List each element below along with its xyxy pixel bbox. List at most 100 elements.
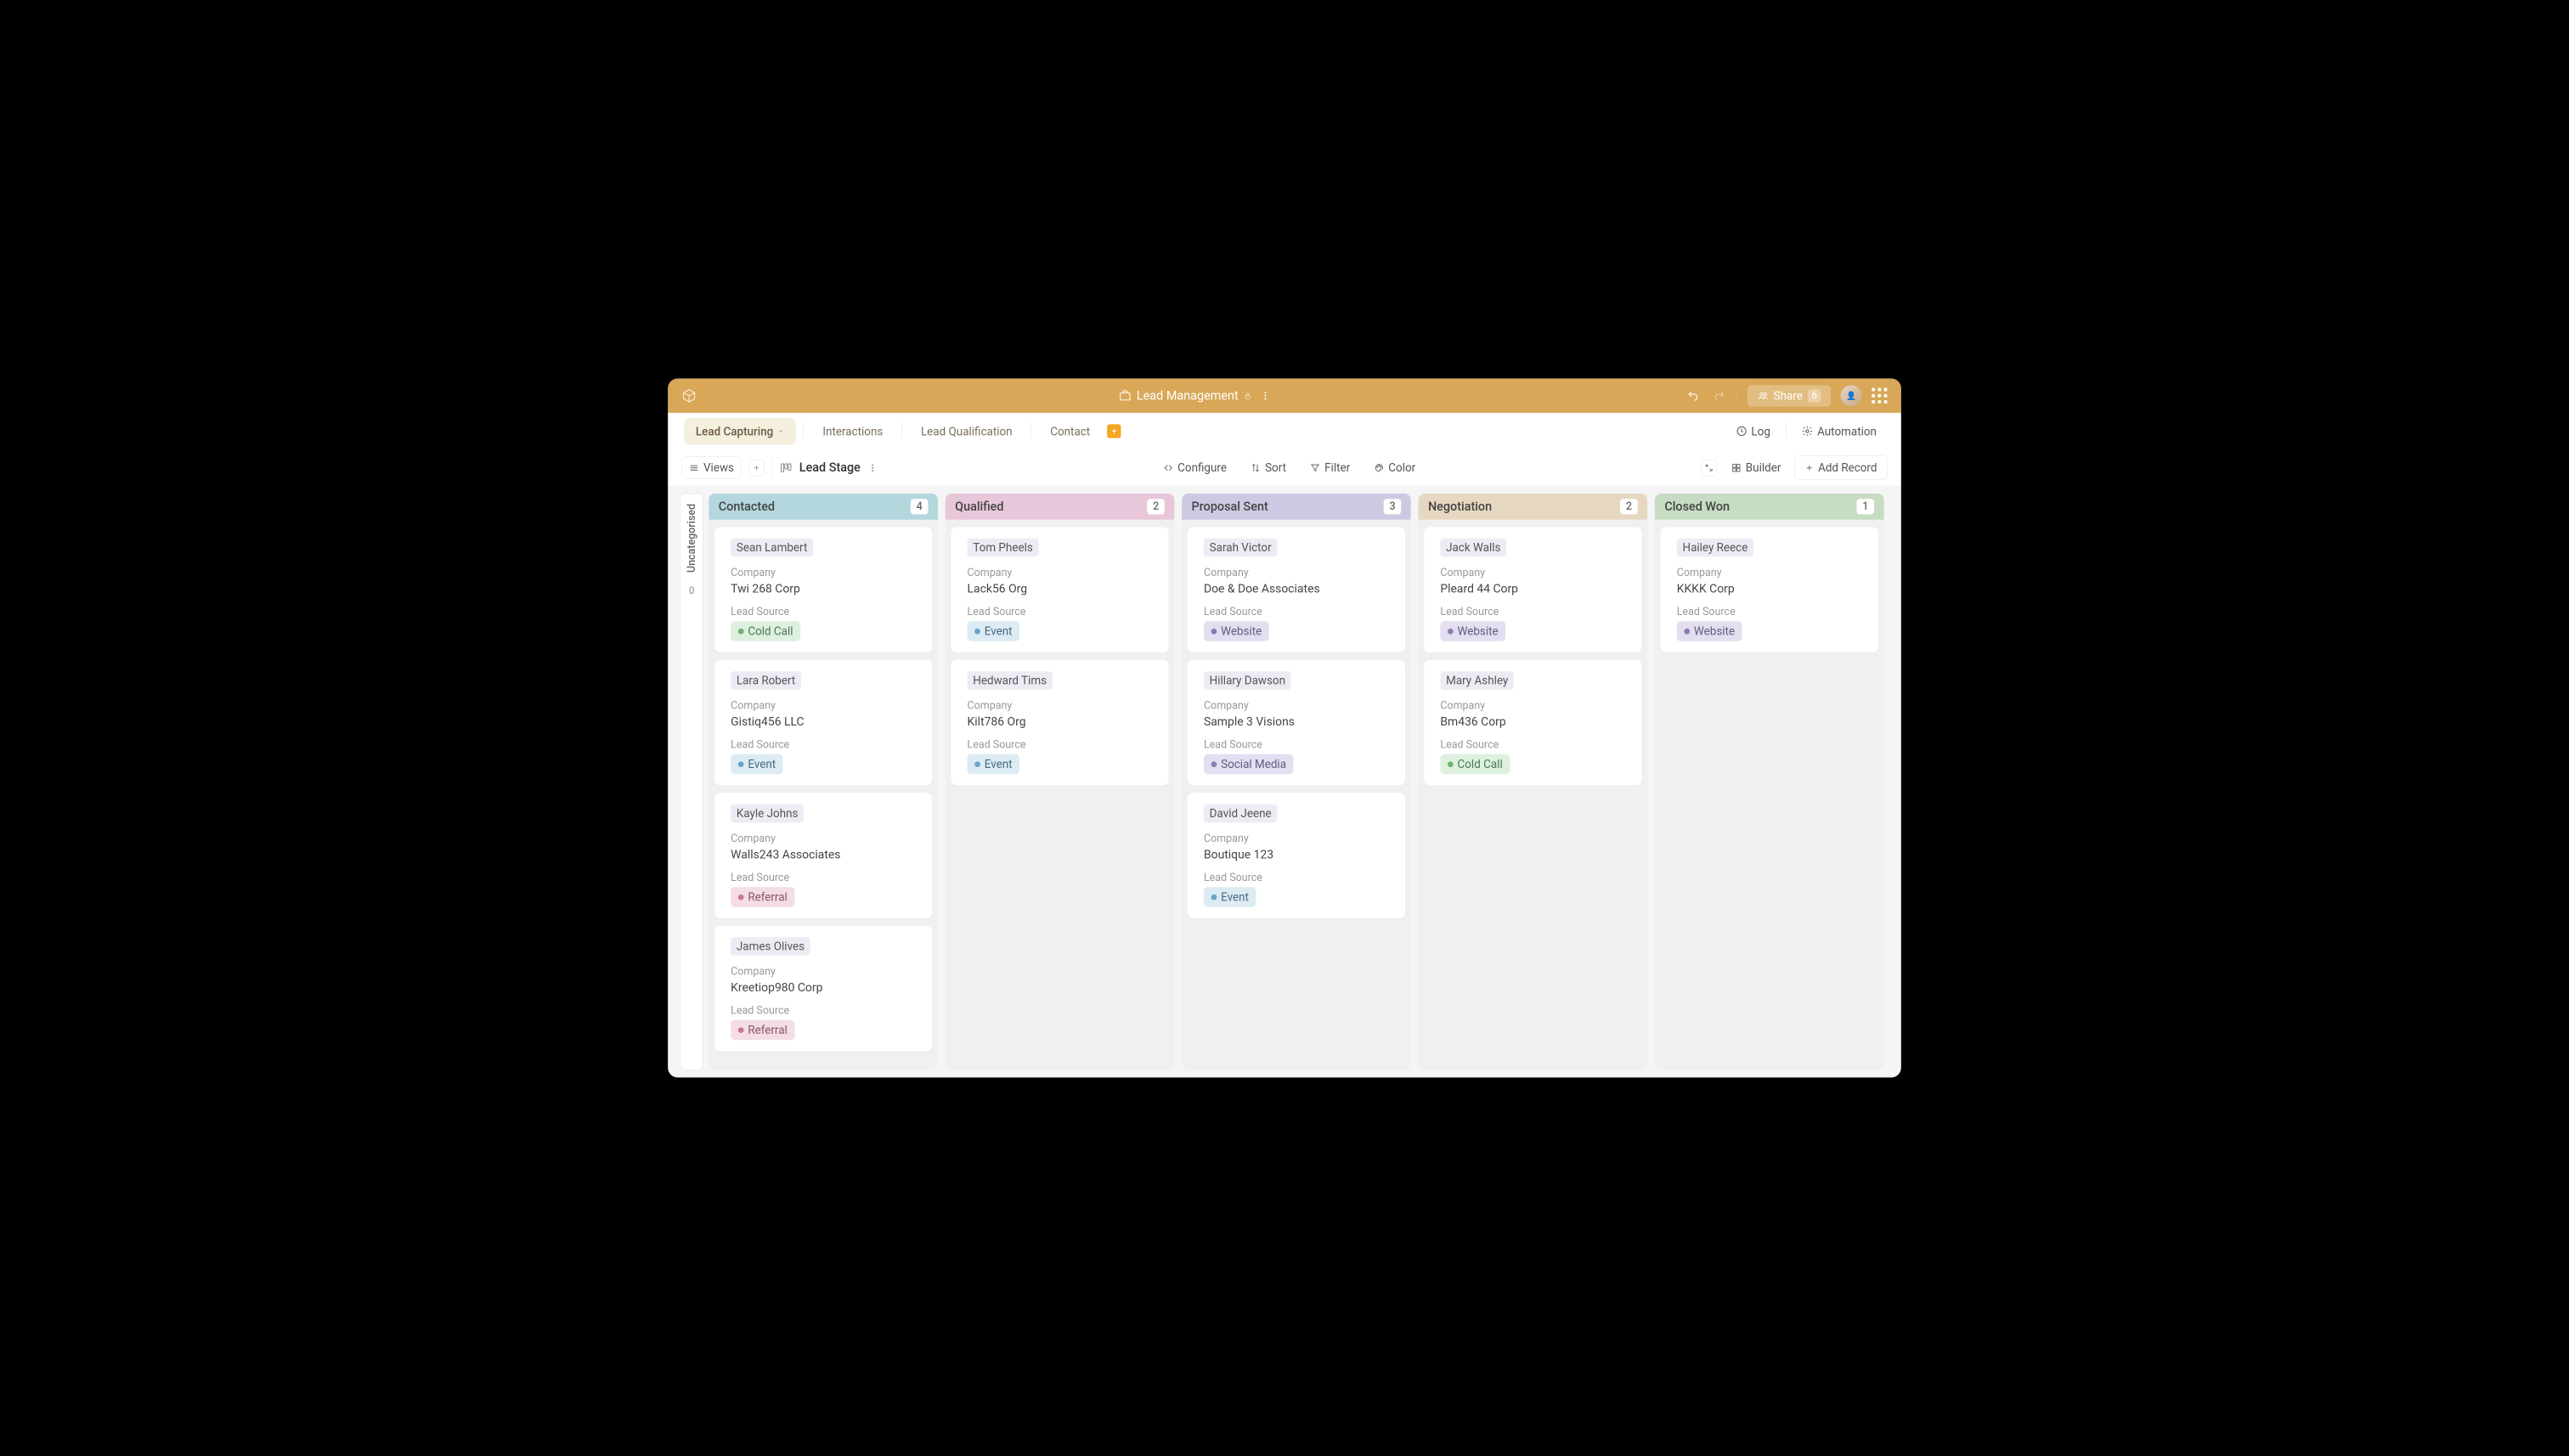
share-count: 6: [1808, 389, 1821, 402]
tag-dot-icon: [974, 761, 980, 767]
add-record-label: Add Record: [1818, 461, 1877, 475]
view-name[interactable]: Lead Stage: [799, 460, 861, 475]
lead-card[interactable]: Hedward TimsCompanyKilt786 OrgLead Sourc…: [951, 660, 1168, 786]
tag-dot-icon: [1448, 761, 1454, 767]
add-view-button[interactable]: [748, 460, 765, 476]
kanban-column: Closed Won1 Hailey ReeceCompanyKKKK CorpL…: [1655, 494, 1884, 1070]
color-button[interactable]: Color: [1365, 457, 1423, 478]
lead-card[interactable]: David JeeneCompanyBoutique 123Lead Sourc…: [1188, 793, 1405, 918]
column-count: 4: [911, 499, 929, 514]
tab-contact[interactable]: Contact: [1039, 418, 1102, 444]
kanban-icon: [780, 461, 792, 473]
undo-icon[interactable]: [1685, 387, 1701, 404]
lead-source-tag: Website: [1204, 621, 1269, 641]
view-more-icon[interactable]: [868, 463, 878, 473]
lead-card[interactable]: Sean LambertCompanyTwi 268 CorpLead Sour…: [714, 527, 932, 652]
lead-source-value: Referral: [748, 1024, 787, 1037]
column-count: 3: [1384, 499, 1402, 514]
lead-source-value: Cold Call: [1458, 758, 1503, 771]
tab-lead-capturing[interactable]: Lead Capturing: [684, 418, 796, 444]
lead-source-tag: Event: [731, 754, 783, 775]
lead-source-tag: Event: [968, 621, 1020, 641]
kanban-board: Uncategorised 0 Contacted4 Sean LambertCo…: [668, 486, 1901, 1077]
company-label: Company: [1204, 567, 1389, 578]
expand-button[interactable]: [1701, 460, 1717, 476]
tag-dot-icon: [1211, 629, 1217, 635]
add-tab-button[interactable]: +: [1107, 424, 1121, 437]
filter-button[interactable]: Filter: [1301, 457, 1358, 478]
lead-source-label: Lead Source: [1440, 738, 1625, 750]
column-count: 2: [1147, 499, 1165, 514]
lead-source-value: Event: [985, 758, 1013, 771]
lead-source-label: Lead Source: [731, 606, 916, 618]
share-button[interactable]: Share 6: [1747, 385, 1831, 406]
lead-card[interactable]: Kayle JohnsCompanyWalls243 AssociatesLea…: [714, 793, 932, 918]
lead-source-value: Referral: [748, 890, 787, 904]
lead-source-label: Lead Source: [1204, 738, 1389, 750]
lead-card[interactable]: Hailey ReeceCompanyKKKK CorpLead SourceW…: [1661, 527, 1878, 652]
lead-source-value: Social Media: [1221, 758, 1286, 771]
column-header[interactable]: Qualified2: [946, 494, 1175, 520]
lead-card[interactable]: Tom PheelsCompanyLack56 OrgLead SourceEv…: [951, 527, 1168, 652]
column-header[interactable]: Closed Won1: [1655, 494, 1884, 520]
column-body: Sean LambertCompanyTwi 268 CorpLead Sour…: [709, 520, 938, 1070]
lead-source-tag: Referral: [731, 887, 794, 907]
uncategorised-label: Uncategorised: [686, 504, 697, 573]
color-label: Color: [1388, 461, 1415, 475]
redo-icon[interactable]: [1711, 387, 1727, 404]
lock-icon: [1243, 392, 1252, 401]
lead-source-label: Lead Source: [731, 738, 916, 750]
views-toolbar: Views Lead Stage Configure Sort Filter C…: [668, 449, 1901, 486]
builder-button[interactable]: Builder: [1725, 457, 1787, 478]
lead-source-tag: Website: [1677, 621, 1742, 641]
lead-card[interactable]: James OlivesCompanyKreetiop980 CorpLead …: [714, 926, 932, 1052]
kanban-column: Proposal Sent3 Sarah VictorCompanyDoe & D…: [1182, 494, 1411, 1070]
company-label: Company: [1440, 699, 1625, 711]
tab-lead-qualification[interactable]: Lead Qualification: [910, 418, 1025, 444]
views-button[interactable]: Views: [682, 456, 742, 478]
lead-name: Hillary Dawson: [1204, 671, 1291, 690]
uncategorised-column[interactable]: Uncategorised 0: [680, 494, 703, 1070]
filter-label: Filter: [1324, 461, 1350, 475]
column-header[interactable]: Proposal Sent3: [1182, 494, 1411, 520]
lead-card[interactable]: Mary AshleyCompanyBm436 CorpLead SourceC…: [1424, 660, 1641, 786]
lead-name: Lara Robert: [731, 671, 801, 690]
page-title: Lead Management: [1137, 388, 1239, 403]
app-header: Lead Management Share 6 👤: [668, 379, 1901, 413]
lead-card[interactable]: Hillary DawsonCompanySample 3 VisionsLea…: [1188, 660, 1405, 786]
column-body: Jack WallsCompanyPleard 44 CorpLead Sour…: [1418, 520, 1647, 1070]
configure-button[interactable]: Configure: [1155, 457, 1234, 478]
company-value: Kilt786 Org: [968, 715, 1153, 729]
lead-source-label: Lead Source: [731, 872, 916, 883]
company-label: Company: [1204, 832, 1389, 844]
lead-source-value: Event: [1221, 890, 1249, 904]
sort-label: Sort: [1265, 461, 1286, 475]
apps-icon[interactable]: [1872, 387, 1888, 404]
user-avatar[interactable]: 👤: [1841, 385, 1862, 406]
company-value: Lack56 Org: [968, 582, 1153, 595]
tag-dot-icon: [974, 629, 980, 635]
lead-card[interactable]: Jack WallsCompanyPleard 44 CorpLead Sour…: [1424, 527, 1641, 652]
kanban-column: Negotiation2 Jack WallsCompanyPleard 44 C…: [1418, 494, 1647, 1070]
lead-card[interactable]: Sarah VictorCompanyDoe & Doe AssociatesL…: [1188, 527, 1405, 652]
column-header[interactable]: Negotiation2: [1418, 494, 1647, 520]
lead-name: Mary Ashley: [1440, 671, 1514, 690]
company-value: Kreetiop980 Corp: [731, 981, 916, 995]
lead-card[interactable]: Lara RobertCompanyGistiq456 LLCLead Sour…: [714, 660, 932, 786]
tab-label: Lead Capturing: [696, 425, 773, 438]
more-icon[interactable]: [1257, 387, 1273, 404]
kanban-column: Contacted4 Sean LambertCompanyTwi 268 Cor…: [709, 494, 938, 1070]
lead-source-label: Lead Source: [1440, 606, 1625, 618]
tab-interactions[interactable]: Interactions: [811, 418, 895, 444]
company-label: Company: [1440, 567, 1625, 578]
column-header[interactable]: Contacted4: [709, 494, 938, 520]
column-count: 2: [1620, 499, 1638, 514]
add-record-button[interactable]: Add Record: [1795, 455, 1888, 479]
column-body: Hailey ReeceCompanyKKKK CorpLead SourceW…: [1655, 520, 1884, 1070]
tag-dot-icon: [1448, 629, 1454, 635]
company-value: Gistiq456 LLC: [731, 715, 916, 729]
log-button[interactable]: Log: [1728, 420, 1779, 443]
automation-button[interactable]: Automation: [1793, 420, 1884, 443]
app-logo-icon[interactable]: [681, 387, 697, 404]
sort-button[interactable]: Sort: [1242, 457, 1294, 478]
